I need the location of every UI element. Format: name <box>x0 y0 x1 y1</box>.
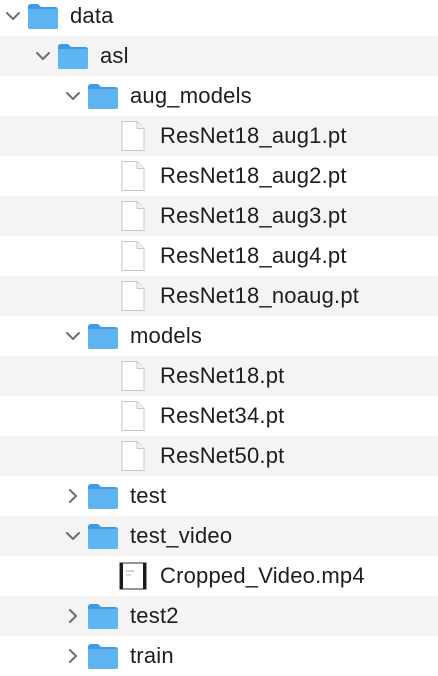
document-icon <box>116 240 150 272</box>
document-icon <box>116 360 150 392</box>
folder-icon <box>26 0 60 32</box>
chevron-down-icon[interactable] <box>65 328 81 344</box>
document-icon <box>116 120 150 152</box>
file-tree: data asl aug_models ResNet18_aug1.pt ResNet1… <box>0 0 438 676</box>
chevron-right-icon[interactable] <box>65 488 81 504</box>
document-icon <box>116 440 150 472</box>
folder-icon <box>86 480 120 512</box>
document-icon <box>116 400 150 432</box>
folder-row-asl[interactable]: asl <box>0 36 438 76</box>
folder-row-aug-models[interactable]: aug_models <box>0 76 438 116</box>
chevron-down-icon[interactable] <box>5 8 21 24</box>
file-row-resnet50-pt[interactable]: ResNet50.pt <box>0 436 438 476</box>
item-label: ResNet50.pt <box>160 443 285 468</box>
document-icon <box>116 200 150 232</box>
folder-row-models[interactable]: models <box>0 316 438 356</box>
item-label: data <box>70 3 114 28</box>
file-row-resnet18-noaug-pt[interactable]: ResNet18_noaug.pt <box>0 276 438 316</box>
file-row-resnet18-aug3-pt[interactable]: ResNet18_aug3.pt <box>0 196 438 236</box>
file-row-resnet18-aug2-pt[interactable]: ResNet18_aug2.pt <box>0 156 438 196</box>
folder-icon <box>86 600 120 632</box>
item-label: ResNet34.pt <box>160 403 285 428</box>
document-icon <box>116 280 150 312</box>
file-row-resnet18-aug4-pt[interactable]: ResNet18_aug4.pt <box>0 236 438 276</box>
file-row-cropped-video-mp4[interactable]: Cropped_Video.mp4 <box>0 556 438 596</box>
chevron-right-icon[interactable] <box>65 608 81 624</box>
folder-row-data[interactable]: data <box>0 0 438 36</box>
item-label: asl <box>100 43 129 68</box>
item-label: ResNet18.pt <box>160 363 285 388</box>
chevron-right-icon[interactable] <box>65 648 81 664</box>
folder-icon <box>86 640 120 672</box>
chevron-down-icon[interactable] <box>35 48 51 64</box>
item-label: test <box>130 483 167 508</box>
folder-row-test-video[interactable]: test_video <box>0 516 438 556</box>
folder-row-test2[interactable]: test2 <box>0 596 438 636</box>
video-thumbnail-icon <box>116 560 150 592</box>
file-row-resnet18-aug1-pt[interactable]: ResNet18_aug1.pt <box>0 116 438 156</box>
chevron-down-icon[interactable] <box>65 528 81 544</box>
chevron-down-icon[interactable] <box>65 88 81 104</box>
item-label: Cropped_Video.mp4 <box>160 563 365 588</box>
item-label: ResNet18_aug4.pt <box>160 243 347 268</box>
item-label: test_video <box>130 523 233 548</box>
folder-icon <box>56 40 90 72</box>
item-label: aug_models <box>130 83 252 108</box>
file-row-resnet34-pt[interactable]: ResNet34.pt <box>0 396 438 436</box>
folder-icon <box>86 520 120 552</box>
folder-icon <box>86 320 120 352</box>
item-label: test2 <box>130 603 179 628</box>
item-label: train <box>130 643 174 668</box>
folder-row-test[interactable]: test <box>0 476 438 516</box>
document-icon <box>116 160 150 192</box>
folder-row-train[interactable]: train <box>0 636 438 676</box>
item-label: ResNet18_aug3.pt <box>160 203 347 228</box>
item-label: ResNet18_noaug.pt <box>160 283 360 308</box>
folder-icon <box>86 80 120 112</box>
item-label: ResNet18_aug1.pt <box>160 123 347 148</box>
item-label: ResNet18_aug2.pt <box>160 163 347 188</box>
item-label: models <box>130 323 203 348</box>
file-row-resnet18-pt[interactable]: ResNet18.pt <box>0 356 438 396</box>
